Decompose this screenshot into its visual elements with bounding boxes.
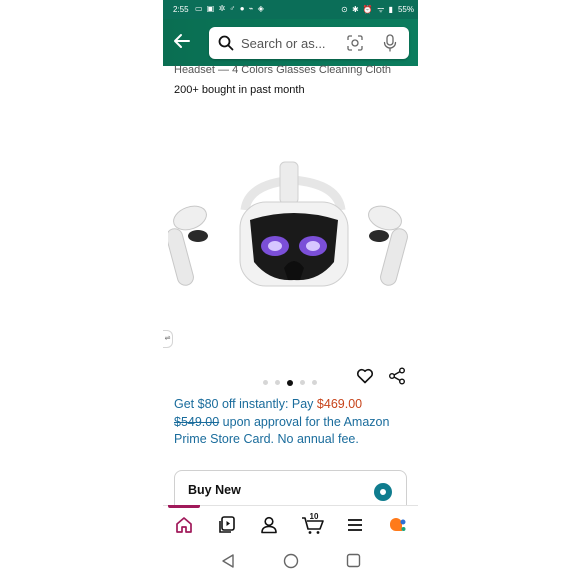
app-header: Search or as...: [163, 19, 418, 66]
account-icon[interactable]: [259, 515, 279, 535]
cart-button[interactable]: 10: [301, 512, 325, 535]
status-time: 2:55: [173, 5, 189, 14]
bought-count: 200+ bought in past month: [174, 84, 305, 96]
status-bar: 2:55 ▭ ▣ ✲ ♂ ● ⌁ ◈ ⊙ ✱ ⏰ ᯤ ▮ 55%: [163, 0, 418, 19]
product-title[interactable]: Headset — 4 Colors Glasses Cleaning Clot…: [174, 64, 414, 76]
heart-icon[interactable]: [356, 367, 374, 385]
image-carousel-dots[interactable]: [263, 374, 324, 386]
microphone-icon[interactable]: [383, 34, 397, 52]
system-home-icon[interactable]: [283, 553, 299, 569]
product-image[interactable]: [168, 150, 413, 300]
system-icons: ⊙ ✱ ⏰ ᯤ ▮: [341, 5, 394, 14]
carousel-dot[interactable]: [300, 380, 305, 386]
search-bar[interactable]: Search or as...: [209, 27, 409, 59]
promo-new-price: $469.00: [316, 397, 363, 411]
promo-old-price: $549.00: [174, 414, 220, 429]
buy-new-label: Buy New: [188, 483, 241, 497]
active-tab-indicator: [168, 505, 200, 508]
bottom-navigation: 10: [163, 505, 418, 543]
phone-screen: 2:55 ▭ ▣ ✲ ♂ ● ⌁ ◈ ⊙ ✱ ⏰ ᯤ ▮ 55% Search …: [163, 0, 418, 580]
system-recents-icon[interactable]: [346, 553, 361, 568]
home-icon[interactable]: [174, 515, 194, 535]
search-input[interactable]: Search or as...: [241, 36, 326, 51]
carousel-dot[interactable]: [275, 380, 280, 386]
camera-scan-icon[interactable]: [347, 35, 363, 51]
video-feed-icon[interactable]: [217, 515, 237, 535]
system-navigation: [163, 542, 418, 580]
left-controller-image: [168, 205, 208, 286]
cart-count: 10: [309, 512, 319, 521]
search-icon: [218, 35, 234, 51]
buy-new-radio[interactable]: [374, 483, 392, 501]
promo-prefix: Get $80 off instantly: Pay: [174, 397, 317, 411]
carousel-dot[interactable]: [263, 380, 268, 386]
card-promo-text[interactable]: Get $80 off instantly: Pay $469.00 $549.0…: [174, 396, 410, 449]
right-controller-image: [368, 205, 408, 286]
side-drawer-handle[interactable]: ⇌: [163, 330, 173, 348]
share-icon[interactable]: [388, 367, 406, 385]
battery-level: 55%: [397, 5, 414, 14]
system-back-icon[interactable]: [221, 553, 235, 569]
carousel-dot[interactable]: [312, 380, 317, 386]
menu-icon[interactable]: [345, 515, 365, 535]
back-arrow-icon[interactable]: [172, 31, 192, 51]
carousel-dot-active[interactable]: [287, 379, 293, 386]
ai-assistant-icon[interactable]: [387, 515, 407, 535]
notification-icons: ▭ ▣ ✲ ♂ ● ⌁ ◈: [195, 4, 265, 13]
